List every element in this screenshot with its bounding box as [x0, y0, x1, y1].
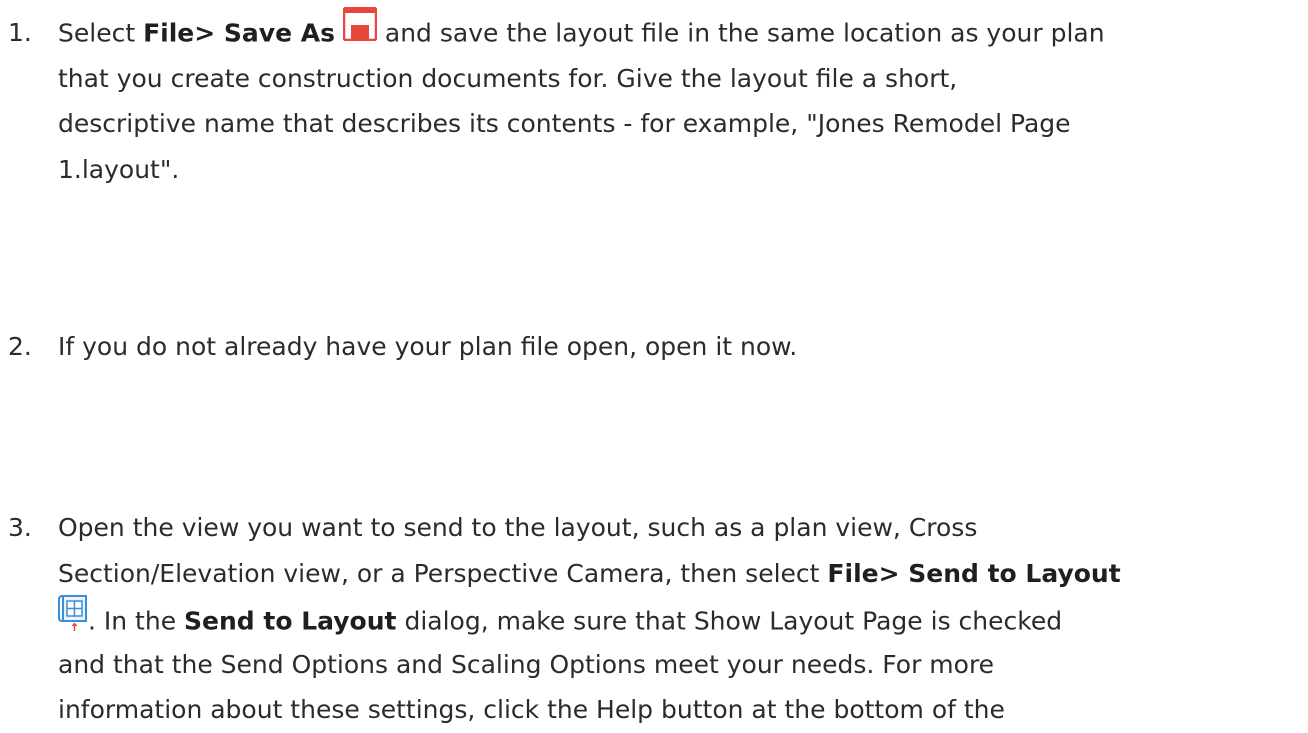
step-line: . In the Send to Layout dialog, make sur… — [58, 595, 1306, 642]
step-line: 1.layout". — [58, 154, 180, 184]
step-text: If you do not already have your plan fil… — [58, 324, 1306, 370]
step-line: information about these settings, click … — [58, 695, 1005, 724]
step-line: If you do not already have your plan fil… — [58, 332, 798, 361]
menu-path-file-save-as: File> Save As — [143, 18, 335, 48]
send-to-layout-icon — [58, 593, 88, 646]
step-text-segment: Select — [58, 18, 144, 48]
dialog-name-send-to-layout: Send to Layout — [184, 606, 397, 636]
step-line: that you create construction documents f… — [58, 63, 958, 93]
step-text-segment: dialog, make sure that Show Layout Page … — [396, 606, 1063, 636]
step-text: Select File> Save As and save the layout… — [58, 6, 1306, 192]
step-line: Open the view you want to send to the la… — [58, 513, 978, 542]
step-number: 2. — [8, 332, 32, 361]
step-line: Select File> Save As and save the layout… — [58, 6, 1306, 56]
step-text: Open the view you want to send to the la… — [58, 505, 1306, 733]
step-text-segment: Section/Elevation view, or a Perspective… — [58, 558, 828, 588]
menu-path-file-send-to-layout: File> Send to Layout — [827, 558, 1121, 588]
step-line: descriptive name that describes its cont… — [58, 109, 1071, 138]
step-line: and that the Send Options and Scaling Op… — [58, 649, 995, 679]
step-text-segment: and save the layout file in the same loc… — [376, 18, 1105, 48]
step-text-segment: . In the — [88, 606, 185, 636]
step-line: Section/Elevation view, or a Perspective… — [58, 551, 1306, 597]
step-number: 3. — [8, 513, 32, 542]
step-number: 1. — [8, 18, 32, 47]
save-as-icon — [342, 6, 378, 56]
